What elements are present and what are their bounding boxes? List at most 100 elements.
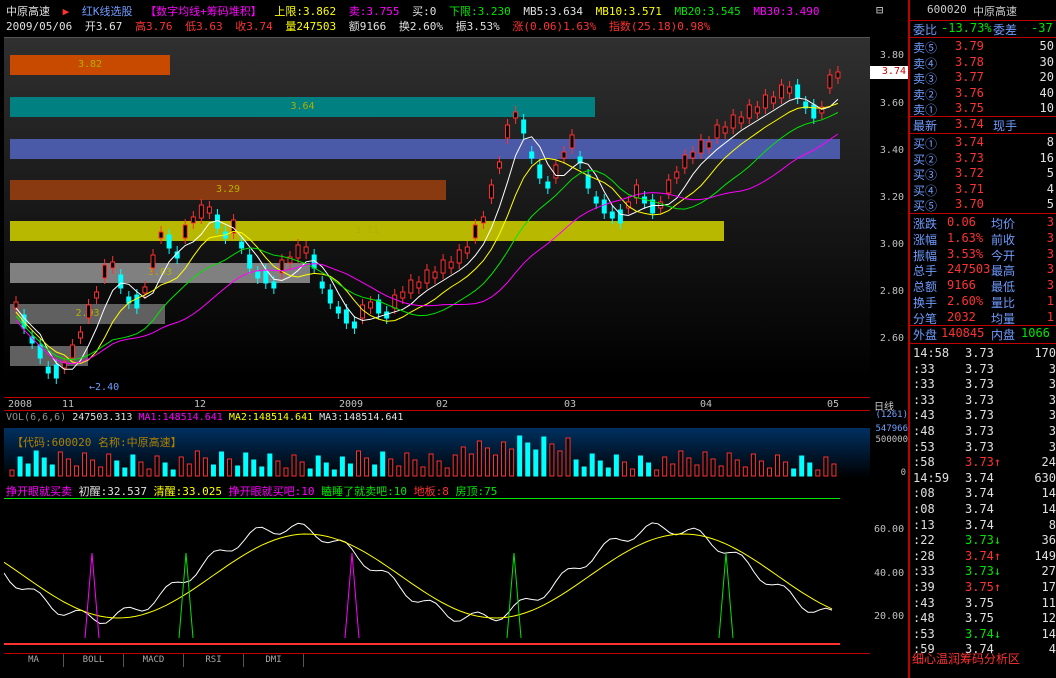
volume-bar — [605, 467, 611, 477]
ind-axis-tick: 20.00 — [874, 611, 905, 622]
indicator-svg — [4, 498, 840, 645]
volume-bar — [380, 451, 386, 477]
low-marker: ←2.40 — [89, 382, 120, 393]
volume-bar — [388, 458, 394, 477]
tick-price: 3.73↑ — [965, 455, 1002, 470]
candle-body — [722, 126, 728, 134]
volume-bar — [41, 457, 47, 477]
sell-level-row: 卖④ 3.78 30 — [913, 55, 1056, 71]
volume-bar — [525, 442, 531, 477]
tick-price: 3.74↑ — [965, 548, 1002, 563]
tab-rsi[interactable]: RSI — [184, 654, 244, 667]
tick-price: 3.73 — [965, 346, 994, 360]
wake-value: 初醒:32.537 — [78, 485, 147, 498]
volume-bar — [154, 455, 160, 477]
candle-body — [770, 96, 776, 104]
volume-bar — [678, 450, 684, 477]
volume-bar — [138, 461, 144, 477]
volume-bar — [807, 462, 813, 477]
candle-body — [593, 196, 599, 204]
tick-volume: 3 — [1048, 424, 1056, 438]
latest-value: 3.74 — [955, 117, 984, 131]
tab-macd[interactable]: MACD — [124, 654, 184, 667]
tick-volume: 3 — [1048, 408, 1056, 423]
wake-line — [4, 522, 833, 625]
indicator-chart[interactable] — [4, 498, 870, 648]
candle-body — [118, 274, 124, 289]
buy-level-vol: 5 — [1046, 166, 1054, 180]
candle-body — [505, 124, 511, 139]
tick-price: 3.75↑ — [965, 580, 1002, 594]
latest-row: 最新 3.74 现手 — [913, 117, 1056, 133]
tick-volume: 24 — [1041, 455, 1056, 470]
volume-bar — [476, 440, 482, 477]
amplitude-value: 振3.53% — [455, 20, 500, 33]
tick-time: :53 — [913, 626, 935, 641]
tab-boll[interactable]: BOLL — [64, 654, 124, 667]
volume-chart[interactable]: 【代码:600020 名称:中原高速】 — [4, 428, 870, 478]
volume-bar — [501, 441, 507, 477]
candle-body — [255, 271, 261, 279]
indicator-desc: 【数字均线+筹码堆积】 — [145, 5, 262, 18]
tab-dmi[interactable]: DMI — [244, 654, 304, 667]
volume-bar — [541, 436, 547, 477]
tick-price: 3.73 — [965, 392, 994, 407]
mb20-value: MB20:3.545 — [674, 5, 741, 18]
stat-value: 3 — [1046, 262, 1054, 277]
volume-bar — [114, 460, 120, 477]
tick-time: :08 — [913, 502, 935, 516]
signal-spike — [344, 552, 360, 639]
index-value: 指数(25.18)0.98% — [608, 20, 711, 33]
candle-body — [521, 119, 527, 134]
price-tick: 2.80 — [879, 286, 904, 297]
candle-body — [706, 141, 712, 149]
buy-level-price: 3.74 — [955, 135, 984, 149]
kline-svg — [13, 66, 841, 384]
volume-svg — [9, 435, 837, 477]
volume-bar — [686, 457, 692, 477]
volume-bar — [33, 450, 39, 477]
candle-body — [271, 281, 277, 289]
window-icons[interactable]: ⊟ — [876, 3, 883, 17]
tick-row: :33 3.73 3 — [913, 362, 1056, 378]
tick-price: 3.73 — [965, 377, 994, 392]
tab-ma[interactable]: MA — [4, 654, 64, 667]
tick-row: 14:58 3.73 170 — [913, 346, 1056, 362]
volume-bar — [90, 459, 96, 477]
volume-bar — [799, 455, 805, 477]
volume-bar — [444, 467, 450, 477]
stat-row: 涨幅 1.63% 前收 3 — [913, 231, 1056, 247]
tick-time: :28 — [913, 548, 935, 563]
buy-level-vol: 16 — [1039, 150, 1054, 165]
ind-axis-tick: 40.00 — [874, 568, 905, 579]
volume-bar — [718, 465, 724, 477]
tick-price: 3.74 — [965, 470, 994, 485]
price-axis: 3.80 3.60 3.40 3.20 3.00 2.80 2.60 3.74 — [870, 37, 908, 397]
stat-label: 最高 — [991, 264, 1016, 279]
candle-body — [424, 269, 430, 284]
buy-level-label: 买④ — [913, 183, 938, 198]
candle-body — [94, 291, 100, 299]
tick-volume: 3 — [1048, 377, 1056, 392]
tick-row: 14:59 3.74 630 — [913, 471, 1056, 487]
vol-value: 247503.313 — [72, 412, 133, 423]
tick-volume: 12 — [1041, 611, 1056, 626]
candle-body — [158, 231, 164, 239]
volume-bar — [25, 463, 31, 477]
sell-level-price: 3.75 — [955, 101, 984, 115]
indicator-name[interactable]: 红K线选股 — [82, 5, 133, 18]
candlestick-chart[interactable]: 3.82 3.64 3.29 3.11 3.03 2.93 ←2.40 — [4, 37, 870, 397]
sell-level-vol: 20 — [1039, 70, 1054, 84]
tick-time: :48 — [913, 611, 935, 626]
volume-bar — [307, 468, 313, 477]
tick-volume: 17 — [1041, 580, 1056, 594]
dropdown-arrow-icon[interactable]: ▶ — [63, 5, 70, 18]
turnover-value: 换2.60% — [398, 20, 443, 33]
volume-bar — [17, 456, 23, 477]
volume-bar — [742, 466, 748, 477]
tick-time: :43 — [913, 595, 935, 610]
candle-body — [617, 209, 623, 224]
volume-bar — [162, 462, 168, 477]
volume-bar — [219, 451, 225, 477]
candle-body — [142, 286, 148, 294]
